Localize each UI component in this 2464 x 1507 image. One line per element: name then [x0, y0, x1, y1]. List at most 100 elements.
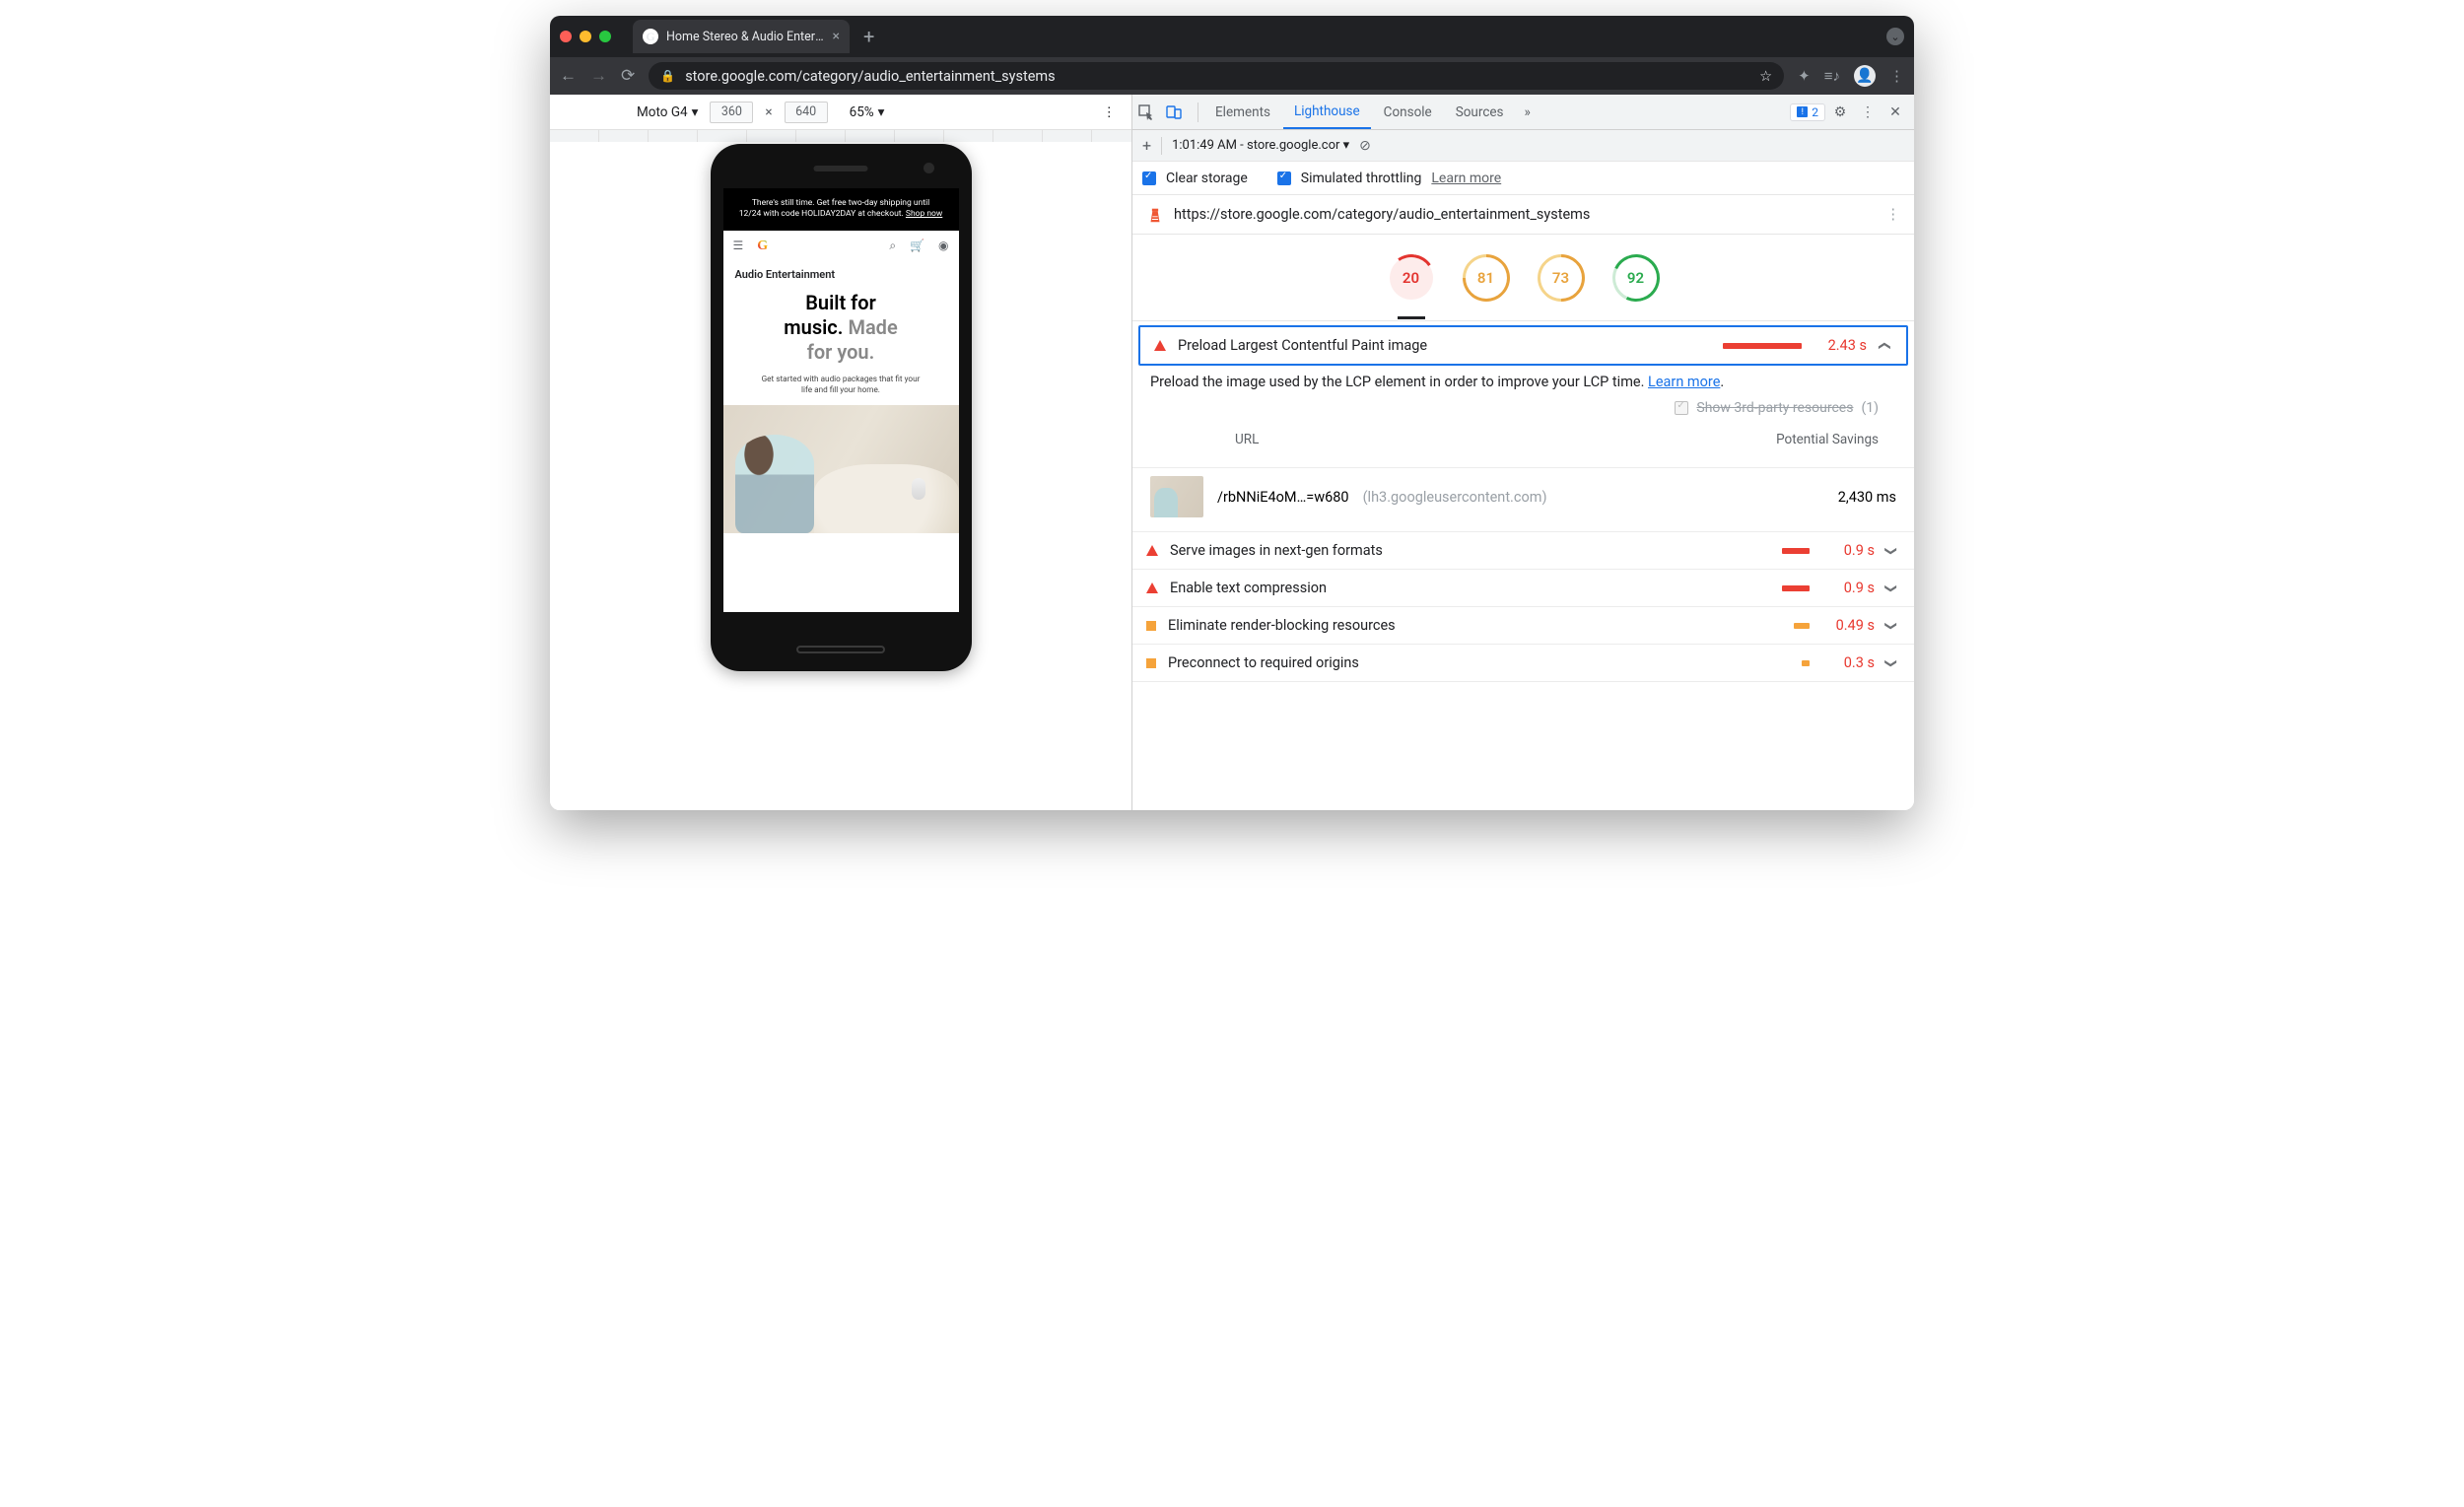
- dimension-separator: ×: [765, 104, 772, 120]
- maximize-window-button[interactable]: [599, 31, 611, 42]
- resource-host: (lh3.googleusercontent.com): [1363, 489, 1547, 506]
- new-tab-button[interactable]: +: [863, 25, 874, 48]
- third-party-checkbox[interactable]: [1675, 401, 1688, 415]
- tab-console[interactable]: Console: [1373, 95, 1443, 129]
- device-selector[interactable]: Moto G4 ▾: [637, 104, 698, 120]
- reload-button[interactable]: ⟳: [621, 66, 635, 86]
- warn-square-icon: [1146, 621, 1156, 631]
- minimize-window-button[interactable]: [580, 31, 591, 42]
- learn-more-link[interactable]: Learn more: [1431, 171, 1501, 186]
- search-icon[interactable]: ⌕: [889, 239, 896, 253]
- expand-icon[interactable]: ❯: [1884, 545, 1898, 555]
- shop-now-link[interactable]: Shop now: [906, 209, 942, 219]
- reading-list-icon[interactable]: ≡♪: [1824, 67, 1840, 85]
- resource-savings: 2,430 ms: [1838, 489, 1896, 506]
- best-practices-score[interactable]: 73: [1540, 256, 1583, 300]
- issues-badge[interactable]: !2: [1790, 103, 1825, 121]
- lock-icon: 🔒: [660, 69, 675, 83]
- learn-more-link[interactable]: Learn more: [1648, 374, 1720, 390]
- report-menu-icon[interactable]: ⋮: [1886, 206, 1901, 223]
- account-icon[interactable]: ◉: [938, 239, 948, 253]
- tab-overflow-icon[interactable]: ⌄: [1886, 28, 1904, 45]
- section-title: Audio Entertainment: [735, 268, 947, 281]
- phone-frame: There's still time. Get free two-day shi…: [711, 144, 972, 671]
- profile-avatar[interactable]: 👤: [1854, 65, 1876, 87]
- collapse-icon[interactable]: ❯: [1877, 340, 1890, 350]
- browser-menu-icon[interactable]: ⋮: [1889, 67, 1904, 85]
- zoom-selector[interactable]: 65% ▾: [850, 104, 885, 120]
- window-controls: [560, 31, 611, 42]
- content-area: Moto G4 ▾ × 65% ▾ ⋮ There's still time. …: [550, 95, 1914, 810]
- fail-triangle-icon: [1146, 582, 1158, 593]
- clear-storage-label: Clear storage: [1166, 171, 1248, 186]
- close-window-button[interactable]: [560, 31, 572, 42]
- report-selector[interactable]: 1:01:49 AM - store.google.cor ▾: [1172, 138, 1349, 153]
- audit-preload-lcp[interactable]: Preload Largest Contentful Paint image 2…: [1138, 325, 1908, 366]
- back-button[interactable]: ←: [560, 66, 577, 86]
- lighthouse-report-bar: + 1:01:49 AM - store.google.cor ▾ ⊘: [1132, 130, 1914, 162]
- device-height-input[interactable]: [785, 102, 828, 123]
- promo-banner: There's still time. Get free two-day shi…: [723, 188, 959, 231]
- devtools-panel: Elements Lighthouse Console Sources » !2…: [1131, 95, 1914, 810]
- warn-square-icon: [1146, 658, 1156, 668]
- device-menu-icon[interactable]: ⋮: [1103, 104, 1117, 120]
- browser-window: G Home Stereo & Audio Entertain… × + ⌄ ←…: [550, 16, 1914, 810]
- expand-icon[interactable]: ❯: [1884, 657, 1898, 667]
- hero-image: [723, 405, 959, 533]
- clear-report-icon[interactable]: ⊘: [1359, 138, 1371, 154]
- more-tabs-icon[interactable]: »: [1517, 104, 1539, 120]
- audit-render-blocking[interactable]: Eliminate render-blocking resources 0.49…: [1132, 607, 1914, 645]
- extensions-icon[interactable]: ✦: [1798, 67, 1811, 85]
- hero-subcopy: Get started with audio packages that fit…: [735, 365, 947, 405]
- fail-triangle-icon: [1154, 340, 1166, 351]
- lighthouse-logo-icon: [1146, 206, 1164, 224]
- browser-tab[interactable]: G Home Stereo & Audio Entertain… ×: [633, 20, 850, 53]
- close-tab-icon[interactable]: ×: [833, 29, 840, 44]
- throttling-checkbox[interactable]: [1277, 171, 1291, 185]
- issue-icon: !: [1797, 106, 1808, 117]
- tab-lighthouse[interactable]: Lighthouse: [1283, 95, 1371, 129]
- hamburger-icon[interactable]: ☰: [733, 239, 744, 254]
- audit-nextgen-images[interactable]: Serve images in next-gen formats 0.9 s ❯: [1132, 532, 1914, 570]
- audit-list: Preload Largest Contentful Paint image 2…: [1132, 321, 1914, 810]
- toggle-device-icon[interactable]: [1166, 104, 1192, 120]
- expand-icon[interactable]: ❯: [1884, 582, 1898, 592]
- new-report-button[interactable]: +: [1142, 136, 1151, 155]
- fail-triangle-icon: [1146, 545, 1158, 556]
- savings-bar: [1782, 585, 1810, 591]
- phone-screen[interactable]: There's still time. Get free two-day shi…: [723, 188, 959, 612]
- cart-icon[interactable]: 🛒: [910, 239, 924, 253]
- audit-title: Preload Largest Contentful Paint image: [1178, 337, 1711, 354]
- resource-path: /rbNNiE4oM…=w680: [1217, 489, 1349, 506]
- lighthouse-options: Clear storage Simulated throttling Learn…: [1132, 162, 1914, 195]
- resource-thumbnail: [1150, 476, 1203, 517]
- address-bar[interactable]: 🔒 store.google.com/category/audio_entert…: [649, 62, 1784, 90]
- forward-button[interactable]: →: [590, 66, 607, 86]
- settings-gear-icon[interactable]: ⚙: [1827, 104, 1853, 120]
- bookmark-icon[interactable]: ☆: [1759, 68, 1772, 85]
- audited-url: https://store.google.com/category/audio_…: [1174, 206, 1590, 223]
- savings-bar: [1723, 343, 1802, 349]
- seo-score[interactable]: 92: [1614, 256, 1658, 300]
- audit-preconnect[interactable]: Preconnect to required origins 0.3 s ❯: [1132, 645, 1914, 682]
- home-button-decoration: [796, 646, 885, 653]
- throttling-label: Simulated throttling: [1301, 171, 1422, 186]
- store-header: ☰ G ⌕ 🛒 ◉: [723, 231, 959, 262]
- devtools-menu-icon[interactable]: ⋮: [1855, 104, 1881, 120]
- favicon-icon: G: [643, 29, 658, 44]
- clear-storage-checkbox[interactable]: [1142, 171, 1156, 185]
- third-party-toggle[interactable]: Show 3rd-party resources (1): [1150, 390, 1896, 426]
- audit-text-compression[interactable]: Enable text compression 0.9 s ❯: [1132, 570, 1914, 607]
- tab-title: Home Stereo & Audio Entertain…: [666, 30, 825, 44]
- google-logo-icon[interactable]: G: [757, 239, 768, 254]
- accessibility-score[interactable]: 81: [1465, 256, 1508, 300]
- close-devtools-icon[interactable]: ✕: [1882, 104, 1908, 120]
- col-url: URL: [1168, 432, 1776, 447]
- device-stage: There's still time. Get free two-day shi…: [550, 130, 1131, 810]
- tab-sources[interactable]: Sources: [1445, 95, 1515, 129]
- inspect-element-icon[interactable]: [1138, 104, 1164, 120]
- performance-score[interactable]: 20: [1390, 256, 1433, 300]
- expand-icon[interactable]: ❯: [1884, 620, 1898, 630]
- tab-elements[interactable]: Elements: [1204, 95, 1281, 129]
- device-width-input[interactable]: [710, 102, 753, 123]
